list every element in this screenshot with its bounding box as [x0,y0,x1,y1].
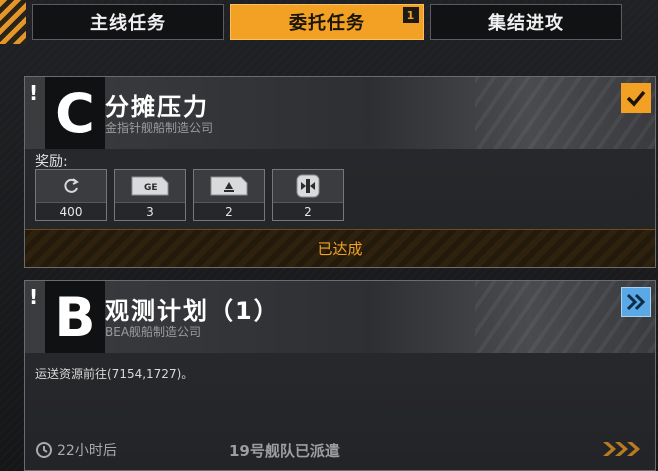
reward-item[interactable]: 2 [272,169,344,221]
reward-label: 奖励: [35,154,68,170]
tab-label: 委托任务 [289,13,365,34]
triangle-chip-icon [194,170,264,202]
reward-count: 2 [273,202,343,220]
notification-badge: 1 [403,7,419,23]
mission-card[interactable]: ! C 分摊压力 金指针舰船制造公司 奖励: 400 GE 3 2 2 已达成 [24,76,656,268]
reward-count: 3 [115,202,185,220]
tab-bar: 主线任务 委托任务 1 集结进攻 [0,0,658,44]
tab-rally-attack[interactable]: 集结进攻 [430,4,622,40]
triple-chevron-icon [601,441,641,457]
reward-item[interactable]: GE 3 [114,169,186,221]
mission-title: 分摊压力 [105,93,209,121]
reward-count: 2 [194,202,264,220]
hazard-stripe [0,0,26,44]
tab-label: 主线任务 [90,13,166,34]
mission-title: 观测计划（1） [105,297,280,325]
mission-description: 运送资源前往(7154,1727)。 [35,367,194,381]
mission-issuer: BEA舰船制造公司 [105,325,202,339]
double-chevron-right-icon[interactable] [621,287,651,317]
reward-count: 400 [36,202,106,220]
module-icon [273,170,343,202]
mission-card[interactable]: ! B 观测计划（1） BEA舰船制造公司 运送资源前往(7154,1727)。… [24,280,656,471]
timer-text: 22小时后 [57,443,117,459]
alert-icon: ! [29,81,39,105]
mission-grade: B [45,281,105,353]
reward-item[interactable]: 2 [193,169,265,221]
tab-label: 集结进攻 [488,13,564,34]
timer: 22小时后 [35,440,117,460]
reward-item[interactable]: 400 [35,169,107,221]
clock-icon [36,442,52,458]
completed-bar[interactable]: 已达成 [25,229,655,267]
tab-commission-missions[interactable]: 委托任务 1 [230,4,424,40]
checkmark-icon[interactable] [621,83,651,113]
mission-footer: 22小时后 19号舰队已派遣 [25,430,655,470]
mission-grade: C [45,77,105,149]
completed-label: 已达成 [317,240,363,258]
svg-text:GE: GE [144,183,158,193]
alert-icon: ! [29,285,39,309]
fleet-status: 19号舰队已派遣 [229,442,340,460]
refresh-icon [36,170,106,202]
mission-issuer: 金指针舰船制造公司 [105,121,214,135]
ge-chip-icon: GE [115,170,185,202]
tab-main-missions[interactable]: 主线任务 [32,4,224,40]
